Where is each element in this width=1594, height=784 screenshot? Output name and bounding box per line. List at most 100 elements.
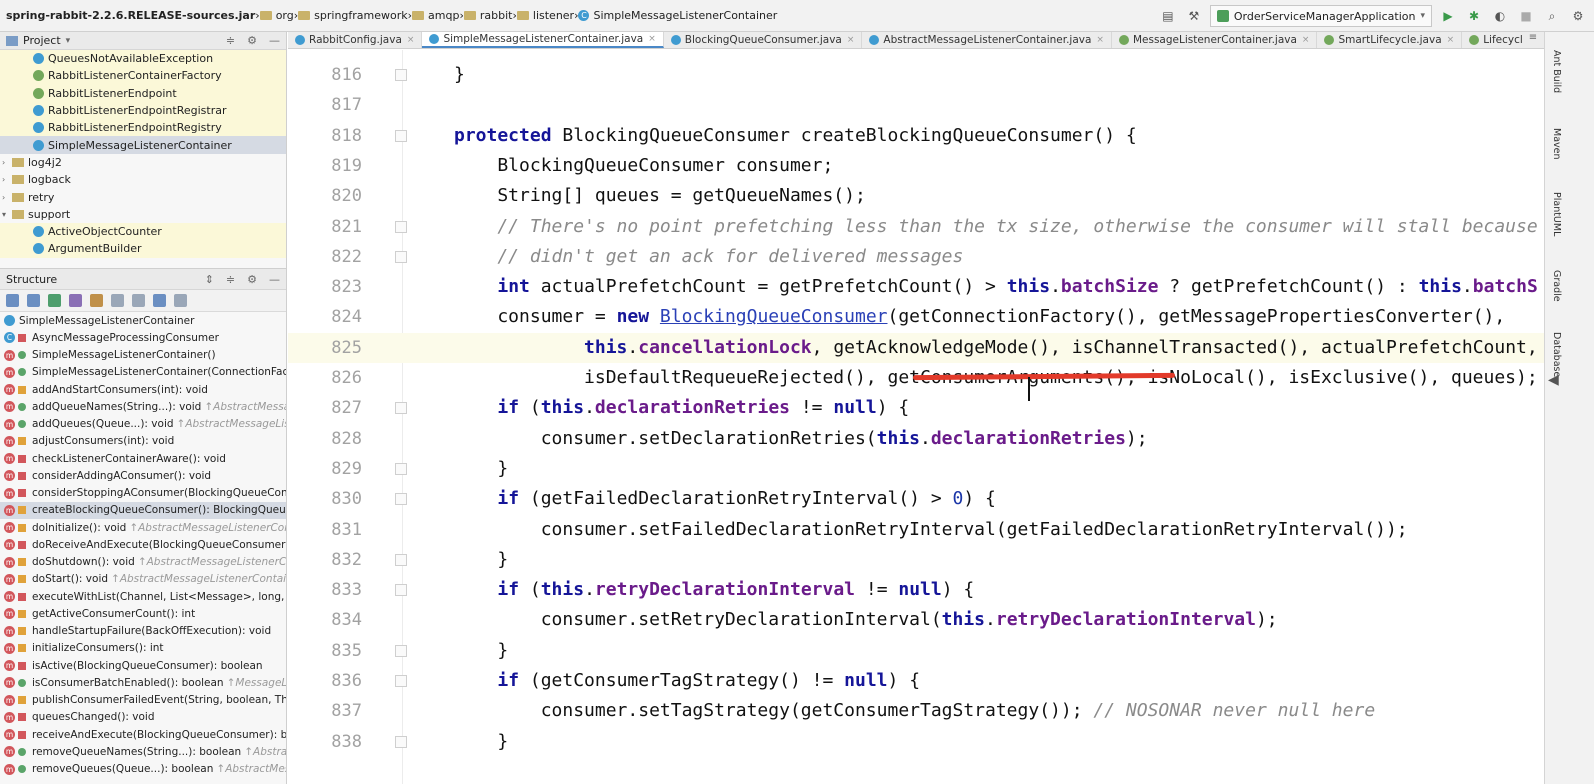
tree-item[interactable]: ActiveObjectCounter: [0, 222, 286, 241]
tree-item[interactable]: › retry: [0, 188, 286, 205]
right-tool-plantuml[interactable]: PlantUML: [1550, 192, 1562, 236]
structure-root[interactable]: SimpleMessageListenerContainer: [0, 312, 286, 329]
code-line[interactable]: 816}: [288, 60, 1544, 90]
editor-tab[interactable]: RabbitConfig.java ×: [288, 32, 423, 48]
tab-list-menu-icon[interactable]: ≡: [1522, 32, 1544, 48]
autoscroll-to-source-icon[interactable]: [153, 294, 166, 307]
debug-icon[interactable]: ✱: [1464, 6, 1484, 26]
breadcrumb-item[interactable]: amqp: [412, 9, 459, 22]
project-structure-icon[interactable]: ▤: [1158, 6, 1178, 26]
code-line[interactable]: 820 String[] queues = getQueueNames();: [288, 181, 1544, 211]
run-icon[interactable]: ▶: [1438, 6, 1458, 26]
code-line[interactable]: 833 if (this.retryDeclarationInterval !=…: [288, 575, 1544, 605]
fold-marker-icon[interactable]: [395, 584, 407, 597]
structure-item[interactable]: m createBlockingQueueConsumer(): Blocking…: [0, 501, 286, 519]
hide-panel-icon[interactable]: —: [269, 34, 280, 47]
autoscroll-from-source-icon[interactable]: [174, 294, 187, 307]
show-properties-icon[interactable]: [69, 294, 82, 307]
right-tool-maven[interactable]: Maven: [1550, 128, 1562, 160]
code-line[interactable]: 836 if (getConsumerTagStrategy() != null…: [288, 666, 1544, 696]
class-reference-link[interactable]: BlockingQueueConsumer: [660, 306, 888, 327]
code-line[interactable]: 819 BlockingQueueConsumer consumer;: [288, 151, 1544, 181]
hide-panel-icon[interactable]: —: [269, 273, 280, 286]
structure-item[interactable]: m getActiveConsumerCount(): int: [0, 605, 286, 622]
code-line[interactable]: 823 int actualPrefetchCount = getPrefetc…: [288, 272, 1544, 302]
structure-item[interactable]: m publishConsumerFailedEvent(String, bool…: [0, 692, 286, 709]
close-icon[interactable]: ×: [1096, 35, 1104, 45]
structure-item[interactable]: m isActive(BlockingQueueConsumer): boolea…: [0, 657, 286, 674]
code-line[interactable]: 834 consumer.setRetryDeclarationInterval…: [288, 605, 1544, 635]
code-editor[interactable]: 816} 817 818 protected BlockingQueueConsume…: [288, 50, 1544, 784]
gear-icon[interactable]: ⚙: [247, 34, 257, 47]
chevron-down-icon[interactable]: ▾: [66, 36, 71, 46]
code-line[interactable]: 838 }: [288, 727, 1544, 757]
right-tool-ant-build[interactable]: Ant Build: [1550, 50, 1562, 93]
tree-item[interactable]: ▾ support: [0, 206, 286, 223]
fold-marker-icon[interactable]: [395, 553, 407, 566]
fold-marker-icon[interactable]: [395, 220, 407, 233]
search-icon[interactable]: ⌕: [1542, 6, 1562, 26]
breadcrumb-item[interactable]: spring-rabbit-2.2.6.RELEASE-sources.jar: [6, 9, 255, 22]
close-icon[interactable]: ×: [847, 35, 855, 45]
structure-item[interactable]: m doReceiveAndExecute(BlockingQueueConsum…: [0, 536, 286, 553]
show-non-public-icon[interactable]: [111, 294, 124, 307]
expand-arrow-icon[interactable]: ›: [2, 193, 12, 202]
expand-arrow-icon[interactable]: ▾: [2, 210, 12, 219]
editor-tab[interactable]: MessageListenerContainer.java ×: [1112, 32, 1318, 48]
collapse-all-icon[interactable]: ≑: [226, 34, 235, 47]
structure-item[interactable]: m addAndStartConsumers(int): void: [0, 381, 286, 398]
code-line[interactable]: 837 consumer.setTagStrategy(getConsumerT…: [288, 696, 1544, 726]
structure-item[interactable]: m receiveAndExecute(BlockingQueueConsumer…: [0, 726, 286, 743]
structure-item[interactable]: m considerStoppingAConsumer(BlockingQueue…: [0, 485, 286, 502]
breadcrumb-item[interactable]: org: [259, 9, 294, 22]
code-line[interactable]: 825 this.cancellationLock, getAcknowledg…: [288, 332, 1544, 363]
editor-tab[interactable]: BlockingQueueConsumer.java ×: [664, 32, 863, 48]
expand-all-icon[interactable]: ⇕: [205, 273, 214, 286]
structure-item[interactable]: m SimpleMessageListenerContainer(): [0, 347, 286, 364]
collapse-panel-icon[interactable]: ◀: [1548, 372, 1559, 388]
structure-item[interactable]: m SimpleMessageListenerContainer(Connecti…: [0, 364, 286, 381]
expand-arrow-icon[interactable]: ›: [2, 175, 12, 184]
run-configuration-select[interactable]: OrderServiceManagerApplication ▾: [1209, 5, 1432, 27]
structure-item[interactable]: m considerAddingAConsumer(): void: [0, 467, 286, 484]
editor-tab[interactable]: AbstractMessageListenerContainer.java ×: [862, 32, 1112, 48]
code-line[interactable]: 817: [288, 90, 1544, 120]
breadcrumb-item[interactable]: rabbit: [463, 9, 512, 22]
tree-item[interactable]: SimpleMessageListenerContainer: [0, 136, 286, 154]
structure-item[interactable]: m checkListenerContainerAware(): void: [0, 450, 286, 467]
structure-item[interactable]: m handleStartupFailure(BackOffExecution):…: [0, 623, 286, 640]
code-line[interactable]: 832 }: [288, 545, 1544, 575]
structure-item[interactable]: C AsyncMessageProcessingConsumer: [0, 329, 286, 346]
tree-item[interactable]: QueuesNotAvailableException: [0, 50, 286, 68]
tree-item[interactable]: RabbitListenerEndpoint: [0, 84, 286, 102]
tree-item[interactable]: › log4j2: [0, 154, 286, 171]
breadcrumb-item[interactable]: springframework: [298, 9, 408, 22]
tree-item[interactable]: RabbitListenerContainerFactory: [0, 67, 286, 85]
code-line[interactable]: 835 }: [288, 636, 1544, 666]
close-icon[interactable]: ×: [648, 34, 656, 44]
code-line[interactable]: 830 if (getFailedDeclarationRetryInterva…: [288, 484, 1544, 514]
code-line[interactable]: 818 protected BlockingQueueConsumer creat…: [288, 121, 1544, 151]
code-line[interactable]: 831 consumer.setFailedDeclarationRetryIn…: [288, 515, 1544, 545]
coverage-icon[interactable]: ◐: [1490, 6, 1510, 26]
fold-marker-icon[interactable]: [395, 735, 407, 748]
structure-item[interactable]: m removeQueueNames(String...): boolean ↑Ab…: [0, 743, 286, 760]
structure-item[interactable]: m removeQueues(Queue...): boolean ↑Abstrac…: [0, 761, 286, 778]
stop-icon[interactable]: ■: [1516, 6, 1536, 26]
fold-marker-icon[interactable]: [395, 69, 407, 81]
code-line[interactable]: 824 consumer = new BlockingQueueConsumer…: [288, 302, 1544, 332]
structure-item[interactable]: m doInitialize(): void ↑AbstractMessageLis…: [0, 519, 286, 536]
tree-item[interactable]: › logback: [0, 171, 286, 188]
structure-item[interactable]: m queuesChanged(): void: [0, 709, 286, 726]
tree-item[interactable]: RabbitListenerEndpointRegistrar: [0, 101, 286, 120]
editor-tab[interactable]: SimpleMessageListenerContainer.java ×: [422, 32, 664, 48]
fold-marker-icon[interactable]: [395, 462, 407, 475]
build-hammer-icon[interactable]: ⚒: [1184, 6, 1204, 26]
structure-item[interactable]: m isConsumerBatchEnabled(): boolean ↑Messa…: [0, 674, 286, 691]
project-panel-title[interactable]: Project: [23, 34, 61, 47]
fold-marker-icon[interactable]: [395, 493, 407, 506]
structure-item[interactable]: m adjustConsumers(int): void: [0, 433, 286, 450]
gear-icon[interactable]: ⚙: [247, 273, 257, 286]
show-fields-icon[interactable]: [90, 294, 103, 307]
structure-item[interactable]: m executeWithList(Channel, List<Message>,…: [0, 588, 286, 605]
